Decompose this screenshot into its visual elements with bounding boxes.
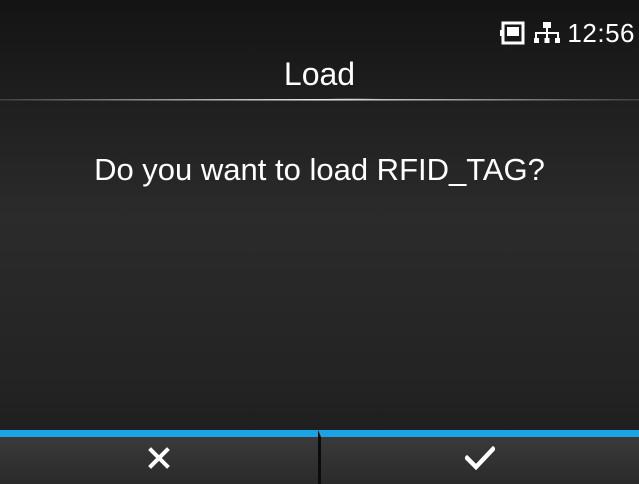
clock: 12:56 xyxy=(567,17,635,48)
network-icon xyxy=(533,19,561,47)
status-bar: 12:56 xyxy=(499,18,635,48)
cancel-button[interactable] xyxy=(0,430,318,484)
memory-card-icon xyxy=(499,19,527,47)
close-icon xyxy=(148,447,170,474)
printer-screen: 12:56 Load Do you want to load RFID_TAG? xyxy=(0,0,639,484)
dialog-message: Do you want to load RFID_TAG? xyxy=(94,152,545,187)
dialog-title: Load xyxy=(283,56,356,92)
title-divider xyxy=(0,98,639,105)
checkmark-icon xyxy=(463,445,497,475)
button-bar xyxy=(0,430,639,484)
confirm-button[interactable] xyxy=(318,430,639,484)
